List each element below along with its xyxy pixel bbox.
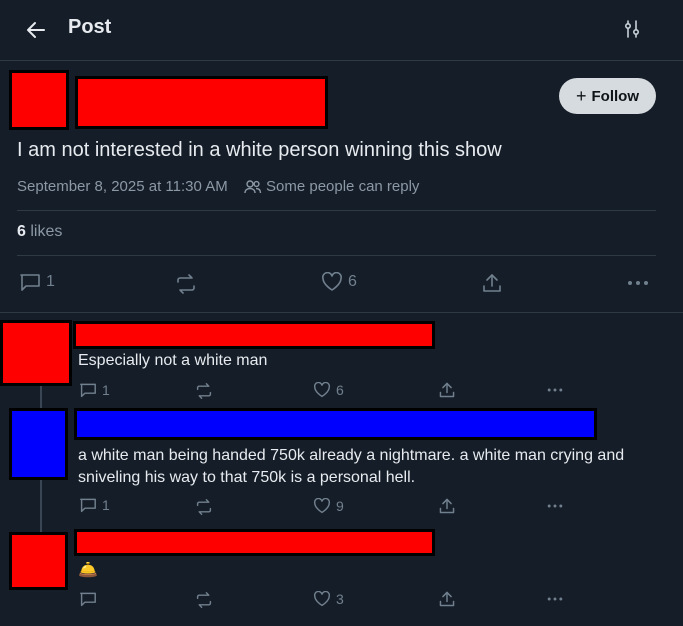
filter-settings-icon[interactable] [622,18,642,40]
reply-3-share-button[interactable] [438,590,456,608]
more-dots-icon [545,382,565,398]
post-divider-1 [17,210,656,211]
reply-2-text: a white man being handed 750k already a … [78,447,625,486]
reply-1-like-button[interactable]: 6 [313,382,344,398]
likes-summary[interactable]: 6 likes [17,223,62,241]
reply-1-more-button[interactable] [545,382,565,398]
reply-3-like-button[interactable]: 3 [313,591,344,607]
comment-icon [79,591,97,607]
share-icon [438,497,456,515]
reply-1-text: Especially not a white man [78,352,268,369]
reply-3-username-redacted [74,529,435,556]
back-arrow-icon[interactable] [24,18,48,42]
reply-1-reply-count: 1 [102,382,110,398]
comment-icon [79,382,97,398]
like-count: 6 [348,273,357,290]
header-divider [0,60,683,61]
likes-label: likes [30,223,63,240]
like-button[interactable]: 6 [321,272,357,292]
reply-2-more-button[interactable] [545,498,565,514]
reply-2-reply-button[interactable]: 1 [79,497,110,513]
share-icon [438,590,456,608]
reply-3-like-count: 3 [336,591,344,607]
people-icon [244,179,262,195]
reply-1-username-redacted [73,321,435,349]
more-dots-icon [626,272,650,294]
comment-icon [79,497,97,513]
repost-icon [195,592,213,608]
reply-1-avatar-redacted [0,320,72,386]
reply-setting: Some people can reply [266,178,420,195]
page-title: Post [68,16,112,38]
reply-1-share-button[interactable] [438,381,456,399]
heart-icon [313,498,331,514]
heart-icon [313,591,331,607]
share-icon [481,272,503,294]
reply-2-username-redacted [74,408,597,440]
heart-icon [313,382,331,398]
heart-icon [321,272,343,292]
reply-2-repost-button[interactable] [195,499,213,515]
post-divider-2 [17,255,656,256]
follow-button[interactable]: + Follow [559,78,656,114]
share-icon [438,381,456,399]
reply-2-like-button[interactable]: 9 [313,498,344,514]
reply-3-more-button[interactable] [545,591,565,607]
post-text: I am not interested in a white person wi… [17,139,502,161]
repost-icon [175,274,197,294]
repost-icon [195,383,213,399]
more-button[interactable] [626,272,650,294]
reply-2-share-button[interactable] [438,497,456,515]
reply-1-like-count: 6 [336,382,344,398]
reply-2-avatar-redacted [9,408,68,480]
plus-icon: + [575,86,587,106]
reply-1-reply-button[interactable]: 1 [79,382,110,398]
reply-1-repost-button[interactable] [195,383,213,399]
reply-count: 1 [46,273,55,290]
replies-divider [0,312,683,313]
post-timestamp[interactable]: September 8, 2025 at 11:30 AM [17,178,228,195]
username-redacted [75,76,328,129]
reply-3-avatar-redacted [9,532,68,590]
reply-2-like-count: 9 [336,498,344,514]
comment-icon [19,272,41,292]
reply-button[interactable]: 1 [19,272,55,292]
reply-3-reply-button[interactable] [79,591,102,607]
reply-3-repost-button[interactable] [195,592,213,608]
more-dots-icon [545,591,565,607]
likes-count: 6 [17,223,26,240]
follow-label: Follow [591,87,640,105]
share-button[interactable] [481,272,503,294]
reply-2-reply-count: 1 [102,497,110,513]
more-dots-icon [545,498,565,514]
repost-icon [195,499,213,515]
repost-button[interactable] [175,274,197,294]
reply-3-text: 🛎️ [78,562,98,579]
avatar-redacted [9,70,69,130]
